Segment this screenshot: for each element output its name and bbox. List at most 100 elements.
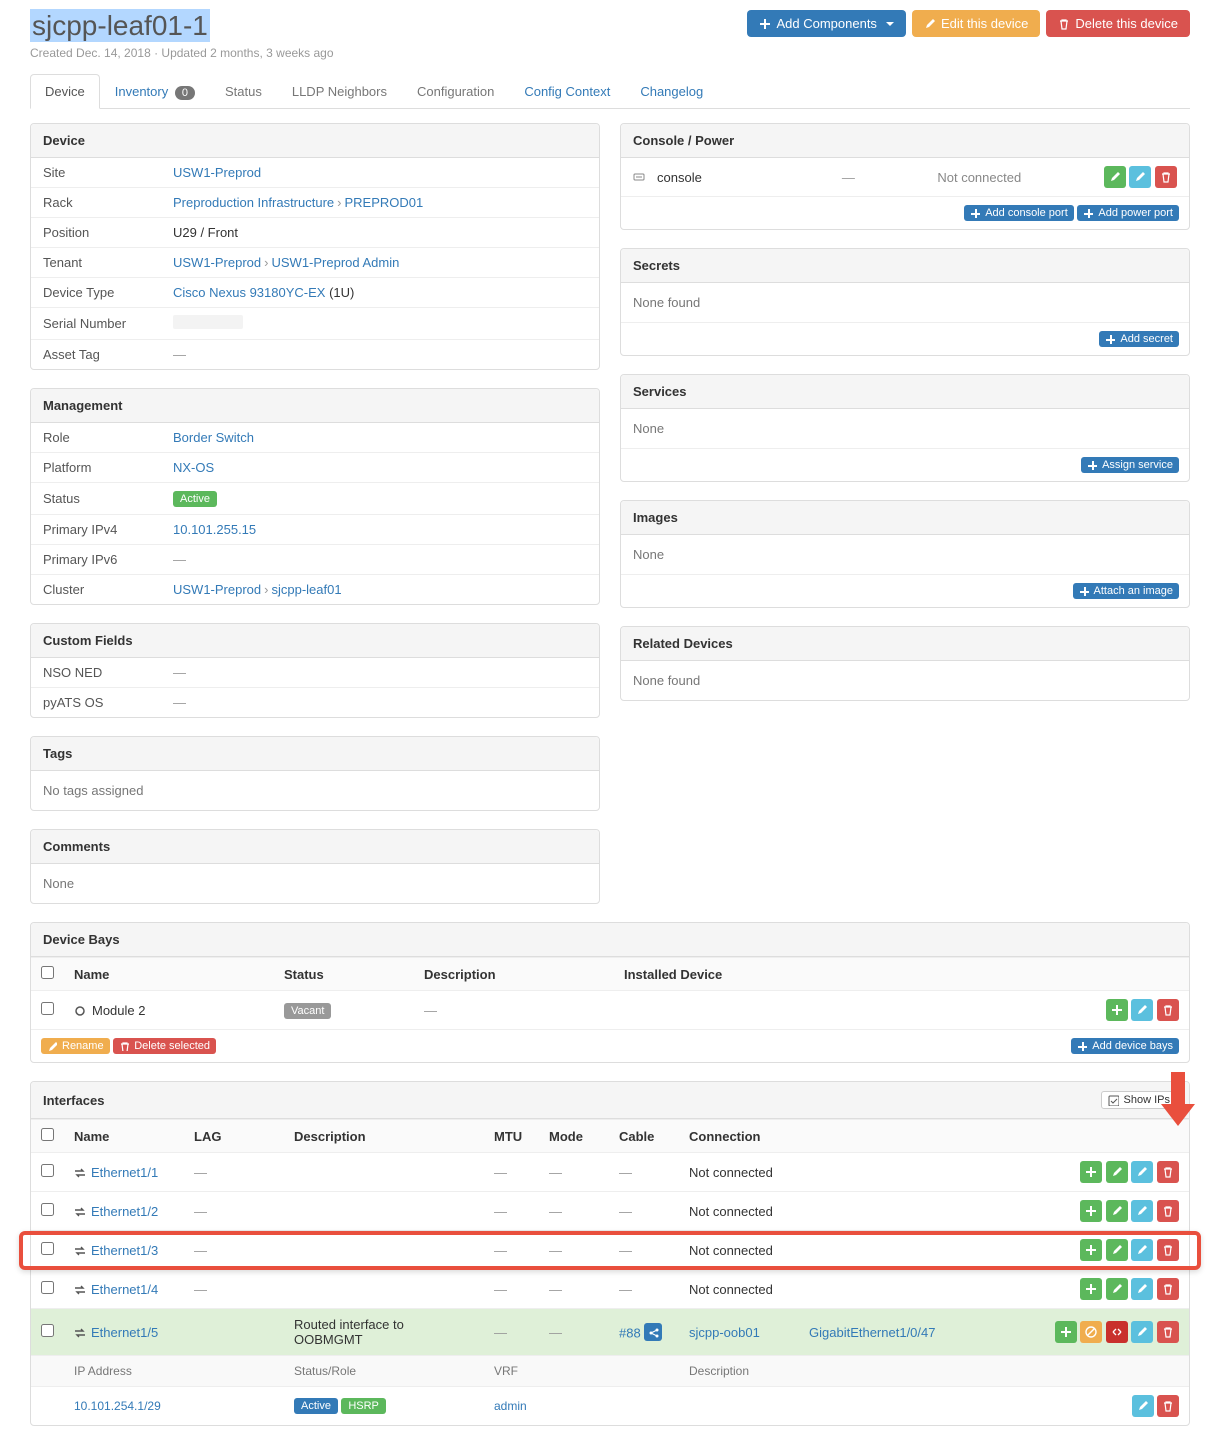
iface-link[interactable]: Ethernet1/3 [91, 1243, 158, 1258]
rack-group-link[interactable]: Preproduction Infrastructure [173, 195, 334, 210]
delete-selected-button[interactable]: Delete selected [113, 1038, 216, 1054]
ip-link[interactable]: 10.101.254.1/29 [74, 1399, 161, 1413]
custom-fields-panel: Custom Fields NSO NED— pyATS OS— [30, 623, 600, 718]
iface-link[interactable]: Ethernet1/5 [91, 1325, 158, 1340]
ip-subheader-row: IP Address Status/Role VRF Description [31, 1356, 1189, 1387]
comments-panel: Comments None [30, 829, 600, 904]
delete-iface-button[interactable] [1157, 1200, 1179, 1222]
connect-iface-button[interactable] [1106, 1239, 1128, 1261]
add-ip-button[interactable] [1080, 1161, 1102, 1183]
tab-inventory[interactable]: Inventory 0 [100, 74, 210, 109]
iface-checkbox[interactable] [41, 1203, 54, 1216]
trace-button[interactable] [644, 1323, 662, 1341]
connect-iface-button[interactable] [1106, 1278, 1128, 1300]
page-title: sjcpp-leaf01-1 [30, 10, 334, 42]
iface-link[interactable]: Ethernet1/2 [91, 1204, 158, 1219]
tenant-link[interactable]: USW1-Preprod Admin [271, 255, 399, 270]
exchange-icon [74, 1206, 86, 1218]
circle-icon [74, 1005, 86, 1017]
delete-ip-button[interactable] [1157, 1395, 1179, 1417]
add-ip-button[interactable] [1080, 1200, 1102, 1222]
management-panel: Management RoleBorder Switch PlatformNX-… [30, 388, 600, 605]
conn-device-link[interactable]: sjcpp-oob01 [689, 1325, 760, 1340]
show-ips-button[interactable]: Show IPs [1101, 1091, 1177, 1109]
exchange-icon [74, 1284, 86, 1296]
conn-iface-link[interactable]: GigabitEthernet1/0/47 [809, 1325, 935, 1340]
edit-iface-button[interactable] [1131, 1200, 1153, 1222]
delete-bay-button[interactable] [1157, 999, 1179, 1021]
rename-button[interactable]: Rename [41, 1038, 110, 1054]
platform-link[interactable]: NX-OS [173, 460, 214, 475]
add-ip-button[interactable] [1080, 1278, 1102, 1300]
attach-image-button[interactable]: Attach an image [1073, 583, 1180, 599]
vrf-link[interactable]: admin [494, 1399, 527, 1413]
page-meta: Created Dec. 14, 2018 · Updated 2 months… [30, 46, 334, 60]
iface-checkbox[interactable] [41, 1324, 54, 1337]
tab-config[interactable]: Configuration [402, 74, 509, 109]
connect-button[interactable] [1104, 166, 1126, 188]
delete-device-button[interactable]: Delete this device [1046, 10, 1190, 37]
connect-iface-button[interactable] [1106, 1200, 1128, 1222]
delete-iface-button[interactable] [1157, 1321, 1179, 1343]
keyboard-icon [633, 171, 647, 183]
tab-changelog[interactable]: Changelog [625, 74, 718, 109]
add-ip-button[interactable] [1080, 1239, 1102, 1261]
add-console-port-button[interactable]: Add console port [964, 205, 1074, 221]
add-device-bays-button[interactable]: Add device bays [1071, 1038, 1179, 1054]
tab-device[interactable]: Device [30, 74, 100, 109]
tags-panel: Tags No tags assigned [30, 736, 600, 811]
device-type-link[interactable]: Cisco Nexus 93180YC-EX [173, 285, 325, 300]
role-link[interactable]: Border Switch [173, 430, 254, 445]
device-bay-row: Module 2 Vacant — [31, 991, 1189, 1030]
tenant-group-link[interactable]: USW1-Preprod [173, 255, 261, 270]
tab-context[interactable]: Config Context [509, 74, 625, 109]
edit-device-button[interactable]: Edit this device [912, 10, 1040, 37]
delete-iface-button[interactable] [1157, 1239, 1179, 1261]
delete-iface-button[interactable] [1157, 1278, 1179, 1300]
tab-lldp[interactable]: LLDP Neighbors [277, 74, 402, 109]
iface-link[interactable]: Ethernet1/1 [91, 1165, 158, 1180]
iface-checkbox[interactable] [41, 1164, 54, 1177]
edit-iface-button[interactable] [1131, 1161, 1153, 1183]
edit-ip-button[interactable] [1132, 1395, 1154, 1417]
bay-checkbox[interactable] [41, 1002, 54, 1015]
status-badge: Active [173, 491, 217, 507]
related-devices-panel: Related Devices None found [620, 626, 1190, 701]
iface-checkbox[interactable] [41, 1242, 54, 1255]
connect-iface-button[interactable] [1106, 1161, 1128, 1183]
edit-iface-button[interactable] [1131, 1239, 1153, 1261]
rack-link[interactable]: PREPROD01 [344, 195, 423, 210]
ipv4-link[interactable]: 10.101.255.15 [173, 522, 256, 537]
interface-row-connected: Ethernet1/5 Routed interface to OOBMGMT … [31, 1309, 1189, 1356]
select-all-ifaces[interactable] [41, 1128, 54, 1141]
add-secret-button[interactable]: Add secret [1099, 331, 1179, 347]
iface-checkbox[interactable] [41, 1281, 54, 1294]
console-power-panel: Console / Power console — Not connected … [620, 123, 1190, 230]
assign-service-button[interactable]: Assign service [1081, 457, 1179, 473]
add-ip-button[interactable] [1055, 1321, 1077, 1343]
tab-status[interactable]: Status [210, 74, 277, 109]
secrets-panel: Secrets None found Add secret [620, 248, 1190, 356]
toggle-button[interactable] [1080, 1321, 1102, 1343]
exchange-icon [74, 1167, 86, 1179]
images-panel: Images None Attach an image [620, 500, 1190, 608]
site-link[interactable]: USW1-Preprod [173, 165, 261, 180]
delete-port-button[interactable] [1155, 166, 1177, 188]
edit-iface-button[interactable] [1131, 1278, 1153, 1300]
add-components-button[interactable]: Add Components [747, 10, 905, 37]
exchange-icon [74, 1245, 86, 1257]
disconnect-button[interactable] [1106, 1321, 1128, 1343]
delete-iface-button[interactable] [1157, 1161, 1179, 1183]
edit-iface-button[interactable] [1131, 1321, 1153, 1343]
iface-link[interactable]: Ethernet1/4 [91, 1282, 158, 1297]
select-all-bays[interactable] [41, 966, 54, 979]
add-power-port-button[interactable]: Add power port [1077, 205, 1179, 221]
interface-row-highlighted: Ethernet1/3 — ——— Not connected [31, 1231, 1189, 1270]
edit-port-button[interactable] [1129, 166, 1151, 188]
edit-bay-button[interactable] [1131, 999, 1153, 1021]
install-button[interactable] [1106, 999, 1128, 1021]
cable-link[interactable]: #88 [619, 1326, 641, 1341]
cluster-group-link[interactable]: USW1-Preprod [173, 582, 261, 597]
plus-icon [759, 18, 771, 30]
cluster-link[interactable]: sjcpp-leaf01 [271, 582, 341, 597]
